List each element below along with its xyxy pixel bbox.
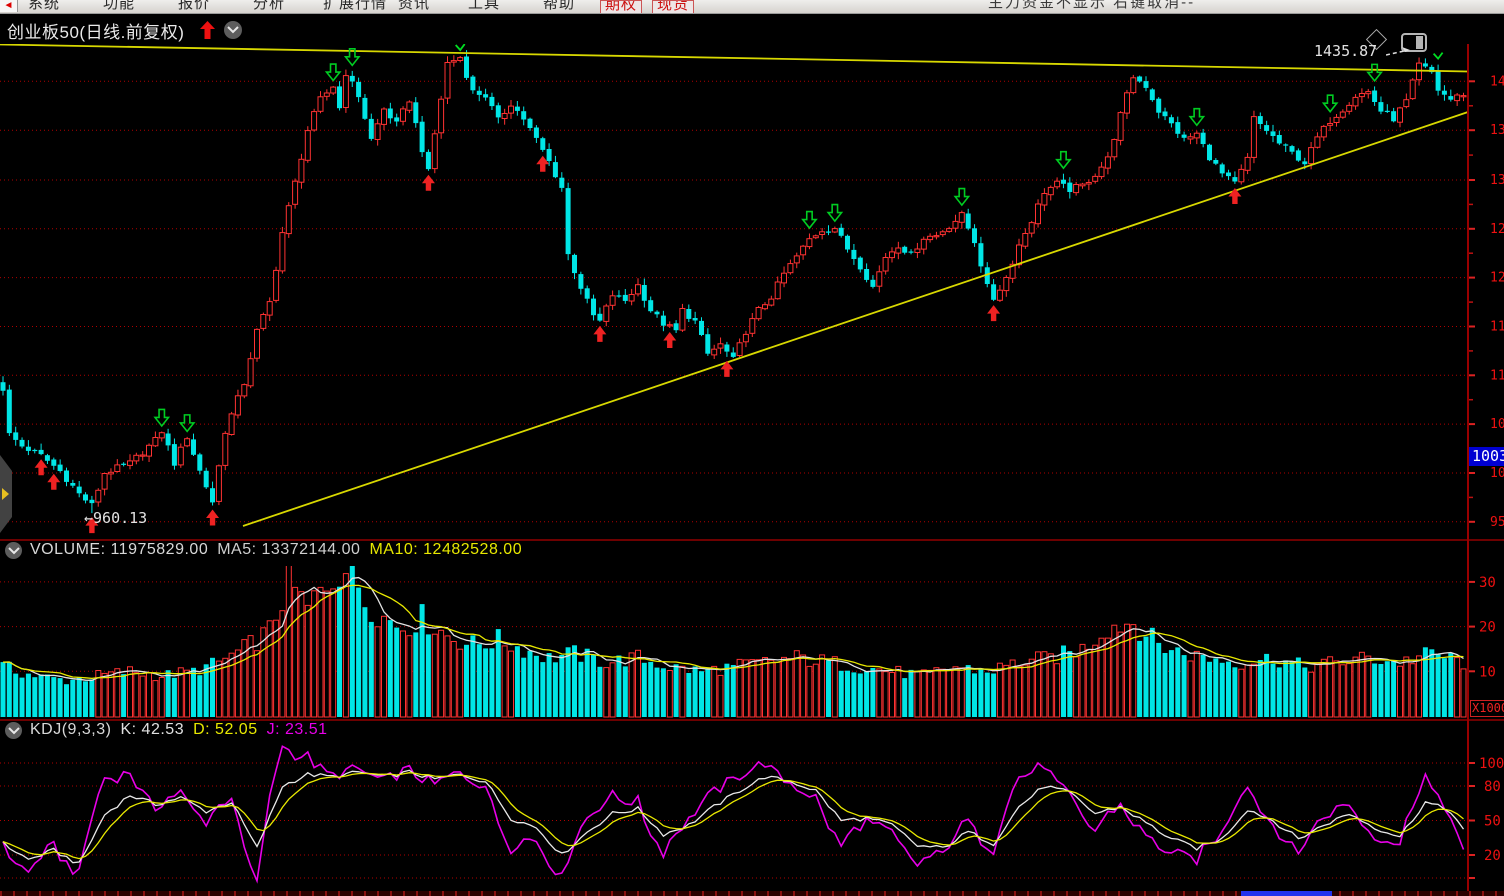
menu-item-function[interactable]: 功能	[103, 0, 135, 13]
svg-text:10: 10	[1479, 664, 1496, 680]
sell-signal-arrow	[1323, 95, 1336, 112]
sell-signal-arrow	[828, 205, 841, 222]
collapse-main-chart-button[interactable]	[224, 21, 242, 39]
svg-text:1002: 1002	[1490, 466, 1504, 481]
svg-text:1053: 1053	[1490, 417, 1504, 432]
trend-up-icon	[200, 21, 215, 39]
buy-signal-arrow	[987, 305, 1000, 321]
volume-ma5-line	[3, 578, 1464, 681]
svg-text:1411: 1411	[1490, 74, 1504, 89]
sell-signal-arrow	[955, 189, 968, 206]
svg-text:100: 100	[1479, 756, 1504, 772]
low-price-annotation: ←960.13	[84, 509, 147, 527]
buy-signal-arrow	[47, 474, 60, 490]
sell-signal-arrow	[1190, 109, 1203, 126]
menu-item-quotes[interactable]: 报价	[178, 0, 210, 13]
buy-signal-arrow	[593, 326, 606, 342]
svg-text:80: 80	[1484, 779, 1501, 795]
collapse-kdj-button[interactable]	[5, 722, 22, 739]
collapse-volume-button[interactable]	[5, 542, 22, 559]
svg-text:1104: 1104	[1490, 368, 1504, 383]
navigator-thumb[interactable]	[1241, 891, 1332, 896]
svg-text:20: 20	[1479, 620, 1496, 636]
svg-text:1308: 1308	[1490, 173, 1504, 188]
main-chart-canvas: 1411 1360 1308 1257 1206 1155 1104 1053 1002 951	[0, 44, 1504, 540]
volume-pane-header: VOLUME: 11975829.00MA5: 13372144.00MA10:…	[0, 541, 1460, 565]
check-mark	[1434, 53, 1443, 59]
volume-bars	[1, 566, 1467, 717]
svg-text:951: 951	[1490, 515, 1504, 530]
app-logo-icon[interactable]: ◄	[0, 0, 18, 12]
trading-terminal-window: ◄ 系统 功能 报价 分析 扩展行情 资讯 工具 帮助 期权 现货 主力资金不显…	[0, 0, 1504, 896]
menu-item-news[interactable]: 资讯	[398, 0, 430, 13]
annotation-arrow-icon	[1386, 46, 1412, 58]
trendline-upper-resistance	[0, 45, 1468, 72]
menu-item-system[interactable]: 系统	[28, 0, 60, 13]
menu-bar: ◄ 系统 功能 报价 分析 扩展行情 资讯 工具 帮助 期权 现货 主力资金不显…	[0, 0, 1504, 14]
sell-signal-arrow	[1057, 152, 1070, 169]
price-level-badge: 1003.9	[1469, 447, 1504, 466]
svg-text:50: 50	[1484, 814, 1501, 830]
high-price-annotation: 1435.87	[1314, 42, 1412, 60]
menu-item-help[interactable]: 帮助	[543, 0, 575, 13]
sell-signal-arrow	[1368, 64, 1381, 81]
buy-signal-arrow	[1228, 188, 1241, 204]
buy-signal-arrow	[663, 332, 676, 348]
candles	[1, 50, 1467, 513]
volume-unit-label: X10000	[1470, 700, 1504, 717]
buy-signal-arrow	[422, 175, 435, 191]
menu-right-note: 主力资金不显示 右键取消--	[988, 0, 1288, 13]
trendline-lower-support	[243, 112, 1468, 526]
svg-text:1155: 1155	[1490, 319, 1504, 334]
kdj-canvas: 100 80 50 20	[0, 740, 1504, 891]
menu-item-tools[interactable]: 工具	[468, 0, 500, 13]
sell-signal-arrow	[155, 409, 168, 426]
menu-item-spot[interactable]: 现货	[652, 0, 694, 14]
svg-text:1360: 1360	[1490, 123, 1504, 138]
svg-text:1206: 1206	[1490, 271, 1504, 286]
chart-title-bar: 创业板50(日线.前复权)	[0, 14, 1504, 44]
expand-arrow-icon	[2, 488, 9, 500]
sell-signal-arrow	[326, 64, 339, 81]
sell-signal-arrow	[803, 212, 816, 229]
svg-text:30: 30	[1479, 575, 1496, 591]
menu-item-extended-quotes[interactable]: 扩展行情	[323, 0, 387, 13]
symbol-title: 创业板50(日线.前复权)	[7, 18, 184, 43]
menu-item-analysis[interactable]: 分析	[253, 0, 285, 13]
check-mark	[456, 44, 465, 50]
svg-text:20: 20	[1484, 848, 1501, 864]
menu-item-options[interactable]: 期权	[600, 0, 642, 14]
kdj-k-line	[3, 770, 1464, 862]
sell-signal-arrow	[180, 415, 193, 432]
bottom-navigator-bar[interactable]	[0, 891, 1504, 896]
price-axis-border	[1467, 44, 1469, 891]
svg-text:1257: 1257	[1490, 222, 1504, 237]
buy-signal-arrow	[206, 510, 219, 526]
volume-canvas: 30 20 10	[0, 566, 1504, 719]
